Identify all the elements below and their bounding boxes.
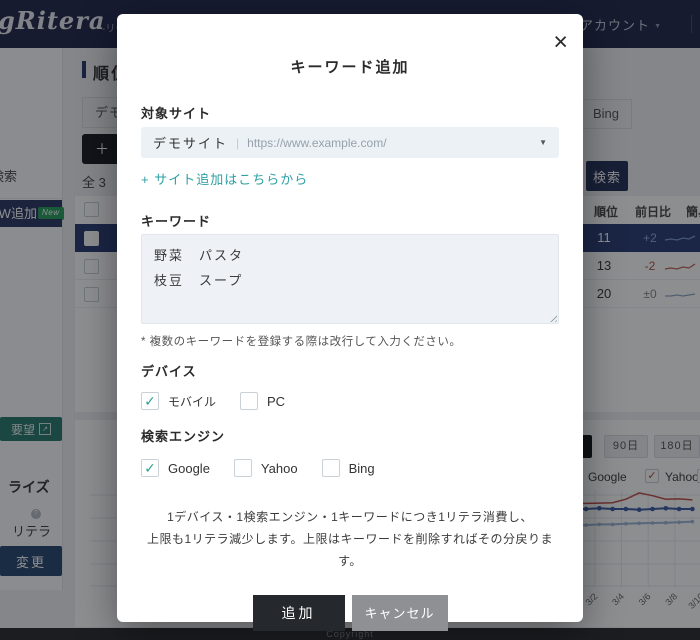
- consumption-info: 1デバイス・1検索エンジン・1キーワードにつき1リテラ消費し、 上限も1リテラ減…: [141, 506, 559, 573]
- search-engine-label: 検索エンジン: [141, 426, 559, 445]
- keyword-label: キーワード: [141, 211, 559, 230]
- checkbox[interactable]: ✓: [141, 392, 159, 410]
- chevron-down-icon: ▼: [539, 138, 547, 147]
- keyword-note: * 複数のキーワードを登録する際は改行して入力ください。: [141, 333, 559, 349]
- device-label: デバイス: [141, 361, 559, 380]
- checkbox[interactable]: [322, 459, 340, 477]
- checkbox-label: Google: [168, 461, 210, 476]
- checkbox-label: Yahoo: [261, 461, 298, 476]
- checkbox[interactable]: ✓: [141, 459, 159, 477]
- info-line-2: 上限も1リテラ減少します。上限はキーワードを削除すればその分戻ります。: [141, 528, 559, 572]
- device-option-mobile[interactable]: ✓ モバイル: [141, 392, 216, 410]
- select-separator: |: [236, 136, 239, 150]
- checkbox[interactable]: [240, 392, 258, 410]
- engine-option-bing[interactable]: Bing: [322, 459, 375, 477]
- device-option-pc[interactable]: PC: [240, 392, 285, 410]
- app-screenshot: gRitera -リテラ アカウント▼ 検索 ／追加 New KW追加 New …: [0, 0, 700, 640]
- check-icon: ✓: [144, 394, 156, 408]
- checkbox[interactable]: [234, 459, 252, 477]
- submit-button[interactable]: 追加: [253, 595, 345, 631]
- add-site-link[interactable]: + サイト追加はこちらから: [141, 169, 308, 188]
- checkbox-label: PC: [267, 394, 285, 409]
- selected-site-url: https://www.example.com/: [247, 136, 386, 150]
- close-icon[interactable]: ×: [553, 30, 568, 55]
- modal-title: キーワード追加: [141, 56, 559, 77]
- selected-site-name: デモサイト: [153, 133, 228, 152]
- checkbox-label: Bing: [349, 461, 375, 476]
- engine-option-yahoo[interactable]: Yahoo: [234, 459, 298, 477]
- check-icon: ✓: [144, 461, 156, 475]
- target-site-label: 対象サイト: [141, 103, 559, 122]
- engine-option-google[interactable]: ✓ Google: [141, 459, 210, 477]
- checkbox-label: モバイル: [168, 393, 216, 410]
- keyword-textarea[interactable]: 野菜 パスタ 枝豆 スープ: [141, 234, 559, 324]
- info-line-1: 1デバイス・1検索エンジン・1キーワードにつき1リテラ消費し、: [141, 506, 559, 528]
- site-select[interactable]: デモサイト | https://www.example.com/ ▼: [141, 127, 559, 158]
- add-keyword-modal: × キーワード追加 対象サイト デモサイト | https://www.exam…: [117, 14, 583, 622]
- cancel-button[interactable]: キャンセル: [352, 595, 448, 631]
